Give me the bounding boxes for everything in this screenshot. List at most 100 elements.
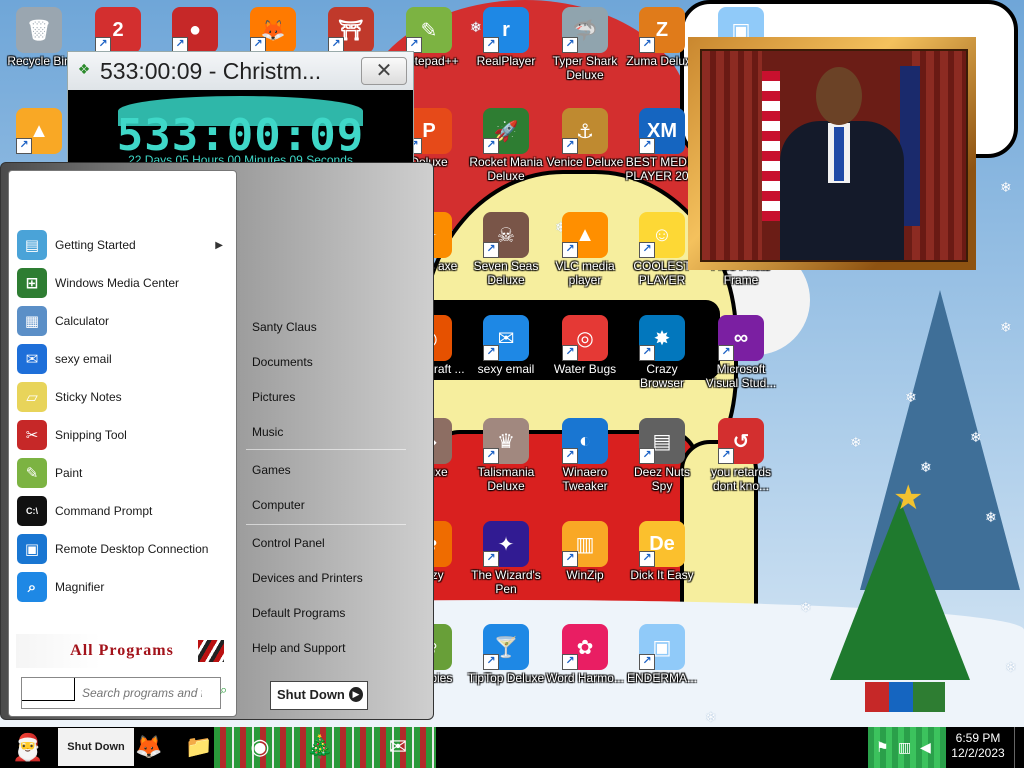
firefox-icon: 🦊 ↗ <box>250 7 296 53</box>
start-menu-item-label: Command Prompt <box>55 504 153 518</box>
start-menu-item[interactable]: ▣ Remote Desktop Connection <box>17 532 227 566</box>
desktop-icon[interactable]: 🍸 ↗ TipTop Deluxe <box>467 624 545 685</box>
search-icon[interactable]: ⌕ <box>220 682 234 697</box>
start-menu-item[interactable]: C:\ Command Prompt <box>17 494 227 528</box>
desktop-icon[interactable]: ▣ ↗ ENDERMA... <box>623 624 701 685</box>
start-menu-place-item[interactable]: Default Programs <box>252 606 345 620</box>
desktop-icon[interactable]: De ↗ Dick It Easy <box>623 521 701 582</box>
submenu-arrow-icon: ▶ <box>215 239 223 251</box>
rocket-icon: 🚀 ↗ <box>483 108 529 154</box>
desktop-icon[interactable]: ⚓ ↗ Venice Deluxe <box>546 108 624 169</box>
start-menu-place-item[interactable]: Control Panel <box>252 536 325 550</box>
start-menu-place-item[interactable]: Computer <box>252 498 305 512</box>
volume-icon[interactable]: ◀ <box>920 739 931 756</box>
network-icon[interactable]: ▥ <box>898 739 911 756</box>
start-menu-item-label: Windows Media Center <box>55 276 180 290</box>
desktop-icon[interactable]: ▲ ↗ VLC media player <box>546 212 624 287</box>
number-2-icon: 2 ↗ <box>95 7 141 53</box>
shortcut-arrow-icon: ↗ <box>639 37 655 53</box>
paint-icon: ✎ <box>17 458 47 488</box>
close-button[interactable]: ✕ <box>361 57 407 85</box>
smiley-icon: ☺ ↗ <box>639 212 685 258</box>
desktop-icon[interactable]: ↺ ↗ you retards dont kno... <box>702 418 780 493</box>
desktop-icon[interactable]: ● ↗ <box>156 7 234 54</box>
start-menu-item[interactable]: ✉ sexy email <box>17 342 227 376</box>
start-menu-item[interactable]: ▱ Sticky Notes <box>17 380 227 414</box>
desktop-icon[interactable]: ✿ ↗ Word Harmo... <box>546 624 624 685</box>
desktop-icon[interactable]: ♛ ↗ Talismania Deluxe <box>467 418 545 493</box>
start-menu-item[interactable]: ▦ Calculator <box>17 304 227 338</box>
snowflake-icon: ❄ <box>705 709 717 725</box>
head <box>816 67 862 125</box>
shut-down-label: Shut Down <box>277 687 345 702</box>
start-menu-place-item[interactable]: Music <box>252 425 283 439</box>
start-menu-place-item[interactable]: Games <box>252 463 291 477</box>
shortcut-arrow-icon: ↗ <box>718 345 734 361</box>
taskbar-button[interactable]: ✉ <box>376 728 420 766</box>
taskbar-button[interactable]: Shut Down <box>58 728 134 766</box>
thunderbird-icon: ✉ <box>388 734 408 759</box>
start-menu-place-item[interactable]: Pictures <box>252 390 295 404</box>
start-menu-item[interactable]: ⊞ Windows Media Center <box>17 266 227 300</box>
show-desktop-button[interactable] <box>1014 727 1024 768</box>
curtain <box>912 51 966 260</box>
desktop-icon[interactable]: ✉ ↗ sexy email <box>467 315 545 376</box>
photo-frame-widget[interactable] <box>688 37 976 270</box>
red-fuzzy-icon: ● ↗ <box>172 7 218 53</box>
countdown-titlebar[interactable]: ❖ 533:00:09 - Christm... ✕ <box>68 52 413 90</box>
shortcut-arrow-icon: ↗ <box>562 37 578 53</box>
shortcut-arrow-icon: ↗ <box>639 345 655 361</box>
start-menu-place-item[interactable]: Help and Support <box>252 641 345 655</box>
start-menu-item[interactable]: ⌕ Magnifier <box>17 570 227 604</box>
desktop-icon-label: TipTop Deluxe <box>467 671 545 685</box>
desktop-icon[interactable]: ✸ ↗ Crazy Browser <box>623 315 701 390</box>
shortcut-arrow-icon: ↗ <box>639 551 655 567</box>
start-menu-place-item[interactable]: Documents <box>252 355 313 369</box>
start-menu-item-label: Magnifier <box>55 580 105 594</box>
desktop-icon[interactable]: 🚀 ↗ Rocket Mania Deluxe <box>467 108 545 183</box>
snowflake-icon: ❄ <box>1005 659 1017 675</box>
taskbar-button[interactable]: 📁 <box>185 728 212 766</box>
clock[interactable]: 6:59 PM 12/2/2023 <box>946 731 1010 761</box>
desktop-icon[interactable]: ▤ ↗ Deez Nuts Spy <box>623 418 701 493</box>
start-menu-place-item[interactable]: Devices and Printers <box>252 571 363 585</box>
start-menu-item[interactable]: ▤ Getting Started ▶ <box>17 228 227 262</box>
remote-desktop-icon: ▣ <box>17 534 47 564</box>
recycle-bin-icon: 🗑 <box>16 7 62 53</box>
desktop-icon-label: Dick It Easy <box>630 568 694 582</box>
desktop-icon[interactable]: 🦊 ↗ <box>234 7 312 54</box>
realplayer-icon: r ↗ <box>483 7 529 53</box>
all-programs-button[interactable]: All Programs <box>16 634 228 668</box>
taskbar-button[interactable]: 🎄 <box>300 728 340 766</box>
system-tray[interactable]: ⚑ ▥ ◀ <box>868 727 946 768</box>
shortcut-arrow-icon: ↗ <box>718 448 734 464</box>
magnifier-icon: ⌕ <box>17 572 47 602</box>
desktop-icon[interactable]: ◐ ↗ Winaero Tweaker <box>546 418 624 493</box>
snipping-tool-icon: ✂ <box>17 420 47 450</box>
separator <box>246 449 406 450</box>
search-box[interactable]: ⌕ <box>21 677 227 709</box>
desktop-icon[interactable]: ⛩ ↗ <box>312 7 390 54</box>
countdown-widget[interactable]: ❖ 533:00:09 - Christm... ✕ 533:00:09 22 … <box>67 51 414 168</box>
desktop-icon[interactable]: 🦈 ↗ Typer Shark Deluxe <box>546 7 624 82</box>
start-menu-item[interactable]: ✂ Snipping Tool <box>17 418 227 452</box>
desktop-icon[interactable]: ✦ ↗ The Wizard's Pen <box>467 521 545 596</box>
search-input[interactable] <box>80 682 204 704</box>
taskbar-button[interactable]: ◉ <box>240 728 280 766</box>
flag-icon[interactable]: ⚑ <box>876 739 889 756</box>
shut-down-button[interactable]: Shut Down ▶ <box>270 681 368 710</box>
desktop-icon-label: The Wizard's Pen <box>471 568 541 596</box>
desktop-icon[interactable]: r ↗ RealPlayer <box>467 7 545 68</box>
start-menu-place-item[interactable]: Santy Claus <box>252 320 317 334</box>
desktop-icon[interactable]: ☠ ↗ Seven Seas Deluxe <box>467 212 545 287</box>
desktop-icon[interactable]: ∞ ↗ Microsoft Visual Stud... <box>702 315 780 390</box>
start-button[interactable]: 🎅 <box>2 728 54 767</box>
desktop-icon[interactable]: ◎ ↗ Water Bugs <box>546 315 624 376</box>
desktop-icon[interactable]: 2 ↗ <box>79 7 157 54</box>
snowflake-icon: ❄ <box>850 434 862 450</box>
shut-down-options-icon[interactable]: ▶ <box>349 687 363 702</box>
taskbar-button[interactable]: 🦊 <box>135 728 162 766</box>
start-menu-item[interactable]: ✎ Paint <box>17 456 227 490</box>
shortcut-arrow-icon: ↗ <box>483 242 499 258</box>
desktop-icon[interactable]: ▥ ↗ WinZip <box>546 521 624 582</box>
